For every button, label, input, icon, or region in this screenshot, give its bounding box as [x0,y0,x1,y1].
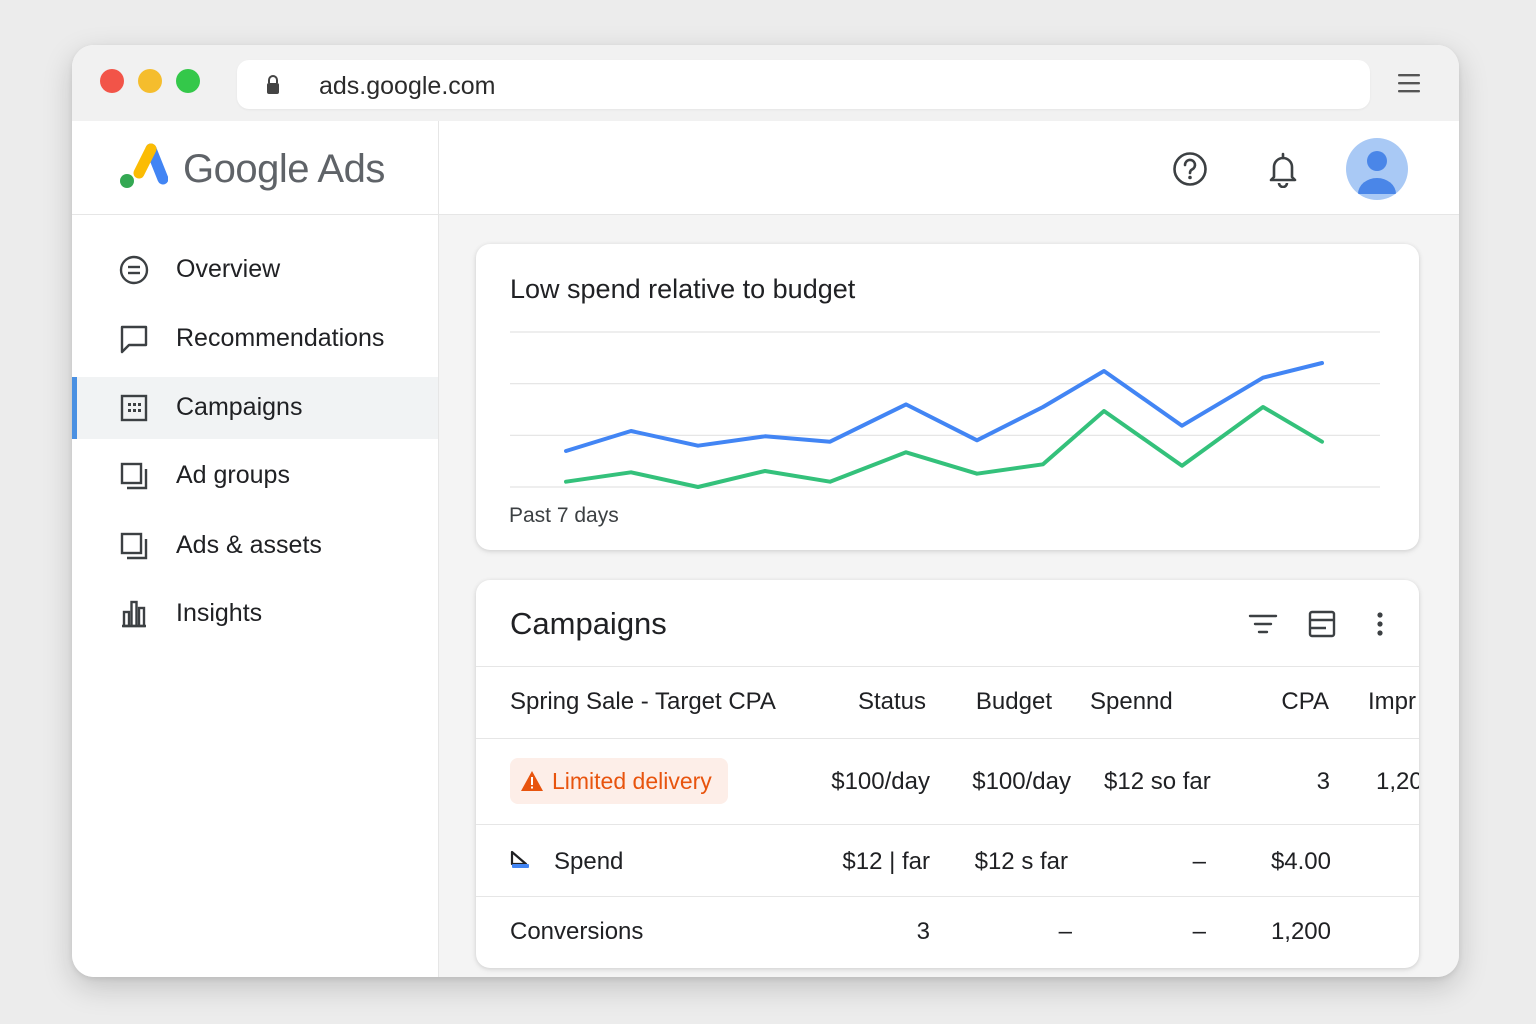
sidebar-item-overview[interactable]: Overview [72,239,438,301]
table-cell: 1,20 [1376,768,1419,795]
table-cell: Spend [554,848,624,875]
close-window-button[interactable] [100,69,124,93]
maximize-window-button[interactable] [176,69,200,93]
sidebar-item-ads-assets[interactable]: Ads & assets [72,515,438,577]
menu-icon[interactable] [1397,71,1421,95]
header-divider [438,121,439,215]
ad-groups-icon [120,462,148,490]
account-avatar[interactable] [1346,138,1408,200]
address-bar[interactable]: ads.google.com [237,60,1370,109]
table-cell: $4.00 [1270,848,1331,875]
columns-icon[interactable] [1306,608,1338,640]
column-header-impressions[interactable]: Impr [1368,688,1416,716]
campaigns-table-title: Campaigns [510,606,667,641]
table-cell: – [1192,918,1206,945]
sidebar-item-recommendations[interactable]: Recommendations [72,308,438,370]
table-cell: – [1058,918,1072,945]
table-cell: $100/day [972,768,1071,795]
notifications-bell-icon[interactable] [1265,150,1301,188]
insights-icon [122,600,146,628]
sidebar-item-label: Insights [176,599,263,627]
sidebar-item-label: Ad groups [176,461,290,489]
table-cell: 1,200 [1270,918,1331,945]
sidebar-item-campaigns[interactable]: Campaigns [72,377,438,439]
sidebar-item-label: Ads & assets [176,531,322,559]
campaigns-table-card: Campaigns Spring Sale - Target CPA Statu… [476,580,1419,968]
low-spend-chart-card[interactable]: Low spend relative to budget Past 7 days [476,244,1419,550]
sidebar-item-label: Campaigns [176,393,303,421]
column-header-campaign[interactable]: Spring Sale - Target CPA [510,688,776,716]
ads-assets-icon [120,532,148,560]
table-cell: 3 [916,918,930,945]
chart-series-line-1 [564,361,1324,453]
brand-title[interactable]: Google Ads [183,147,385,192]
person-icon [1358,151,1396,194]
url-text: ads.google.com [319,72,496,100]
chart-caption: Past 7 days [509,504,619,527]
table-cell: Conversions [510,918,644,945]
sidebar-item-label: Overview [176,255,281,283]
table-cell: – [1192,848,1206,875]
help-icon[interactable] [1172,151,1208,187]
column-header-spend[interactable]: Spennd [1090,688,1173,716]
google-ads-logo-icon [120,143,168,188]
browser-titlebar: ads.google.com [72,45,1459,121]
campaigns-icon [120,394,148,422]
table-cell: $12 so far [1104,768,1211,795]
status-badge[interactable]: Limited delivery [510,758,728,804]
overview-icon [119,255,149,285]
app-header: Google Ads [72,121,1459,215]
row-divider [476,824,1419,825]
column-header-status[interactable]: Status [816,688,926,716]
browser-window: ads.google.com Google Ads Overview Recom… [72,45,1459,977]
table-cell: $12 s far [974,848,1068,875]
recommendations-icon [120,325,148,354]
sidebar-item-label: Recommendations [176,324,385,352]
table-cell: $12 | far [842,848,930,875]
main-content: Low spend relative to budget Past 7 days… [439,215,1459,977]
sidebar-item-insights[interactable]: Insights [72,583,438,645]
column-header-budget[interactable]: Budget [942,688,1052,716]
lock-icon [267,75,279,94]
warning-icon [521,771,543,791]
minimize-window-button[interactable] [138,69,162,93]
table-cell: $100/day [831,768,930,795]
status-badge-label: Limited delivery [552,768,712,794]
row-divider [476,738,1419,739]
chart-series-line-2 [564,405,1324,489]
column-header-cpa[interactable]: CPA [1229,688,1329,716]
filter-icon[interactable] [1247,608,1279,640]
sidebar-nav: Overview Recommendations Campaigns Ad gr… [72,215,439,977]
sidebar-item-ad-groups[interactable]: Ad groups [72,445,438,507]
table-cell: 3 [1316,768,1330,795]
table-title-divider [476,666,1419,667]
row-divider [476,896,1419,897]
more-vert-icon[interactable] [1364,608,1396,640]
spend-icon [510,850,529,868]
